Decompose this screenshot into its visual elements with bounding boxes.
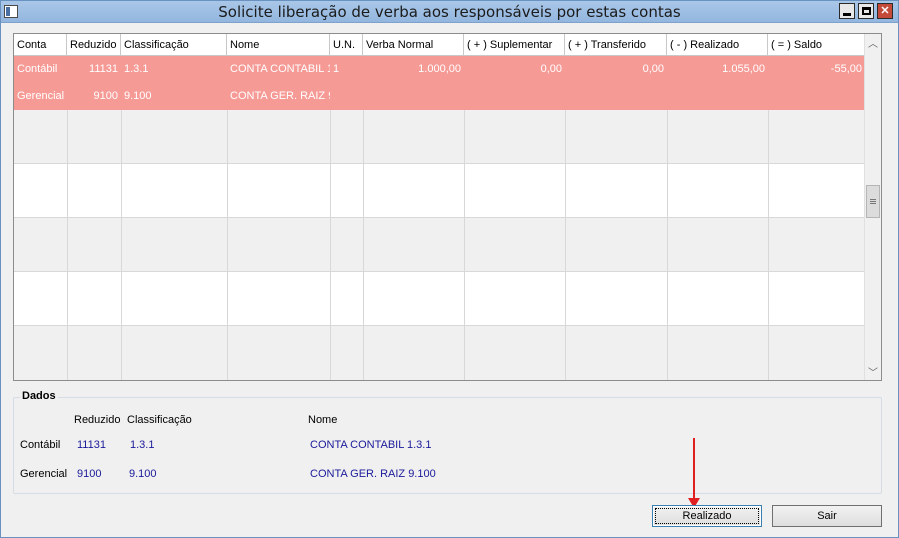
- dados-group: Dados Reduzido Classificação Nome Contáb…: [13, 390, 882, 494]
- cell-verba-normal: 1.000,00: [418, 63, 461, 75]
- minimize-button[interactable]: [839, 3, 855, 19]
- cell-realizado: [667, 82, 768, 110]
- contabil-reduzido-value: 11131: [77, 439, 106, 451]
- col-header-nome[interactable]: Nome: [227, 34, 330, 56]
- cell-classificacao: 1.3.1: [124, 63, 149, 75]
- table-row-empty[interactable]: [14, 272, 865, 326]
- cell-un: [330, 82, 363, 110]
- contabil-classificacao-value: 1.3.1: [130, 439, 155, 451]
- grip-icon: [870, 199, 876, 204]
- cell-saldo: [768, 82, 865, 110]
- cell-verba-normal: [363, 82, 464, 110]
- gerencial-classificacao-value: 9.100: [129, 468, 157, 480]
- table-row-empty[interactable]: [14, 164, 865, 218]
- table-row-empty[interactable]: [14, 326, 865, 380]
- cell-nome: CONTA GER. RAIZ 9.: [230, 90, 330, 102]
- col-header-reduzido[interactable]: Reduzido: [67, 34, 121, 56]
- cell-suplementar: [464, 82, 565, 110]
- col-header-transferido[interactable]: ( + ) Transferido: [565, 34, 667, 56]
- realizado-button[interactable]: Realizado: [652, 505, 762, 527]
- contabil-nome-value: CONTA CONTABIL 1.3.1: [310, 439, 432, 451]
- cell-conta: Contábil: [17, 63, 58, 75]
- col-header-verba-normal[interactable]: Verba Normal: [363, 34, 464, 56]
- cell-saldo: -55,00: [830, 63, 862, 75]
- cell-suplementar: 0,00: [540, 63, 562, 75]
- annotation-arrow: [693, 438, 695, 500]
- col-header-realizado[interactable]: ( - ) Realizado: [667, 34, 768, 56]
- col-header-saldo[interactable]: ( = ) Saldo: [768, 34, 865, 56]
- cell-conta: Gerencial: [17, 90, 65, 102]
- vertical-scrollbar[interactable]: ︿ ﹀: [864, 34, 881, 380]
- col-header-suplementar[interactable]: ( + ) Suplementar: [464, 34, 565, 56]
- table-row-empty[interactable]: [14, 218, 865, 272]
- scrollbar-thumb[interactable]: [866, 185, 880, 218]
- table-row[interactable]: Gerencial 9100 9.100 CONTA GER. RAIZ 9.: [14, 82, 865, 110]
- accounts-grid[interactable]: Conta Reduzido Classificação Nome U.N. V…: [13, 33, 882, 381]
- cell-un: 1: [333, 63, 340, 75]
- cell-classificacao: 9.100: [124, 90, 152, 102]
- grid-header: Conta Reduzido Classificação Nome U.N. V…: [14, 34, 865, 56]
- chevron-down-icon: ﹀: [868, 368, 878, 379]
- dados-header-classificacao: Classificação: [127, 414, 192, 426]
- close-icon: ✕: [880, 4, 890, 17]
- cell-transferido: [565, 82, 667, 110]
- col-header-un[interactable]: U.N.: [330, 34, 363, 56]
- dialog-window: Solicite liberação de verba aos responsá…: [0, 0, 899, 538]
- minimize-icon: [843, 12, 851, 16]
- cell-reduzido: 9100: [93, 90, 118, 102]
- scroll-down-button[interactable]: ﹀: [865, 363, 881, 380]
- col-header-classificacao[interactable]: Classificação: [121, 34, 227, 56]
- dados-header-nome: Nome: [308, 414, 338, 426]
- cell-nome: CONTA CONTABIL 1.: [230, 63, 330, 75]
- cell-realizado: 1.055,00: [722, 63, 765, 75]
- col-header-conta[interactable]: Conta: [14, 34, 67, 56]
- gerencial-nome-value: CONTA GER. RAIZ 9.100: [310, 468, 436, 480]
- close-button[interactable]: ✕: [877, 3, 893, 19]
- cell-transferido: 0,00: [642, 63, 664, 75]
- gerencial-reduzido-value: 9100: [77, 468, 102, 480]
- scroll-up-button[interactable]: ︿: [865, 34, 881, 51]
- sair-button[interactable]: Sair: [772, 505, 882, 527]
- dados-legend: Dados: [20, 390, 58, 402]
- maximize-button[interactable]: [858, 3, 874, 19]
- cell-reduzido: 11131: [89, 63, 118, 75]
- chevron-up-icon: ︿: [868, 39, 878, 50]
- maximize-icon: [861, 7, 871, 15]
- table-row-empty[interactable]: [14, 110, 865, 164]
- window-title: Solicite liberação de verba aos responsá…: [218, 3, 681, 21]
- contabil-label: Contábil: [20, 439, 61, 451]
- title-bar[interactable]: Solicite liberação de verba aos responsá…: [1, 1, 898, 23]
- dados-header-reduzido: Reduzido: [74, 414, 121, 426]
- table-row[interactable]: Contábil 11131 1.3.1 CONTA CONTABIL 1. 1…: [14, 56, 865, 82]
- gerencial-label: Gerencial: [20, 468, 68, 480]
